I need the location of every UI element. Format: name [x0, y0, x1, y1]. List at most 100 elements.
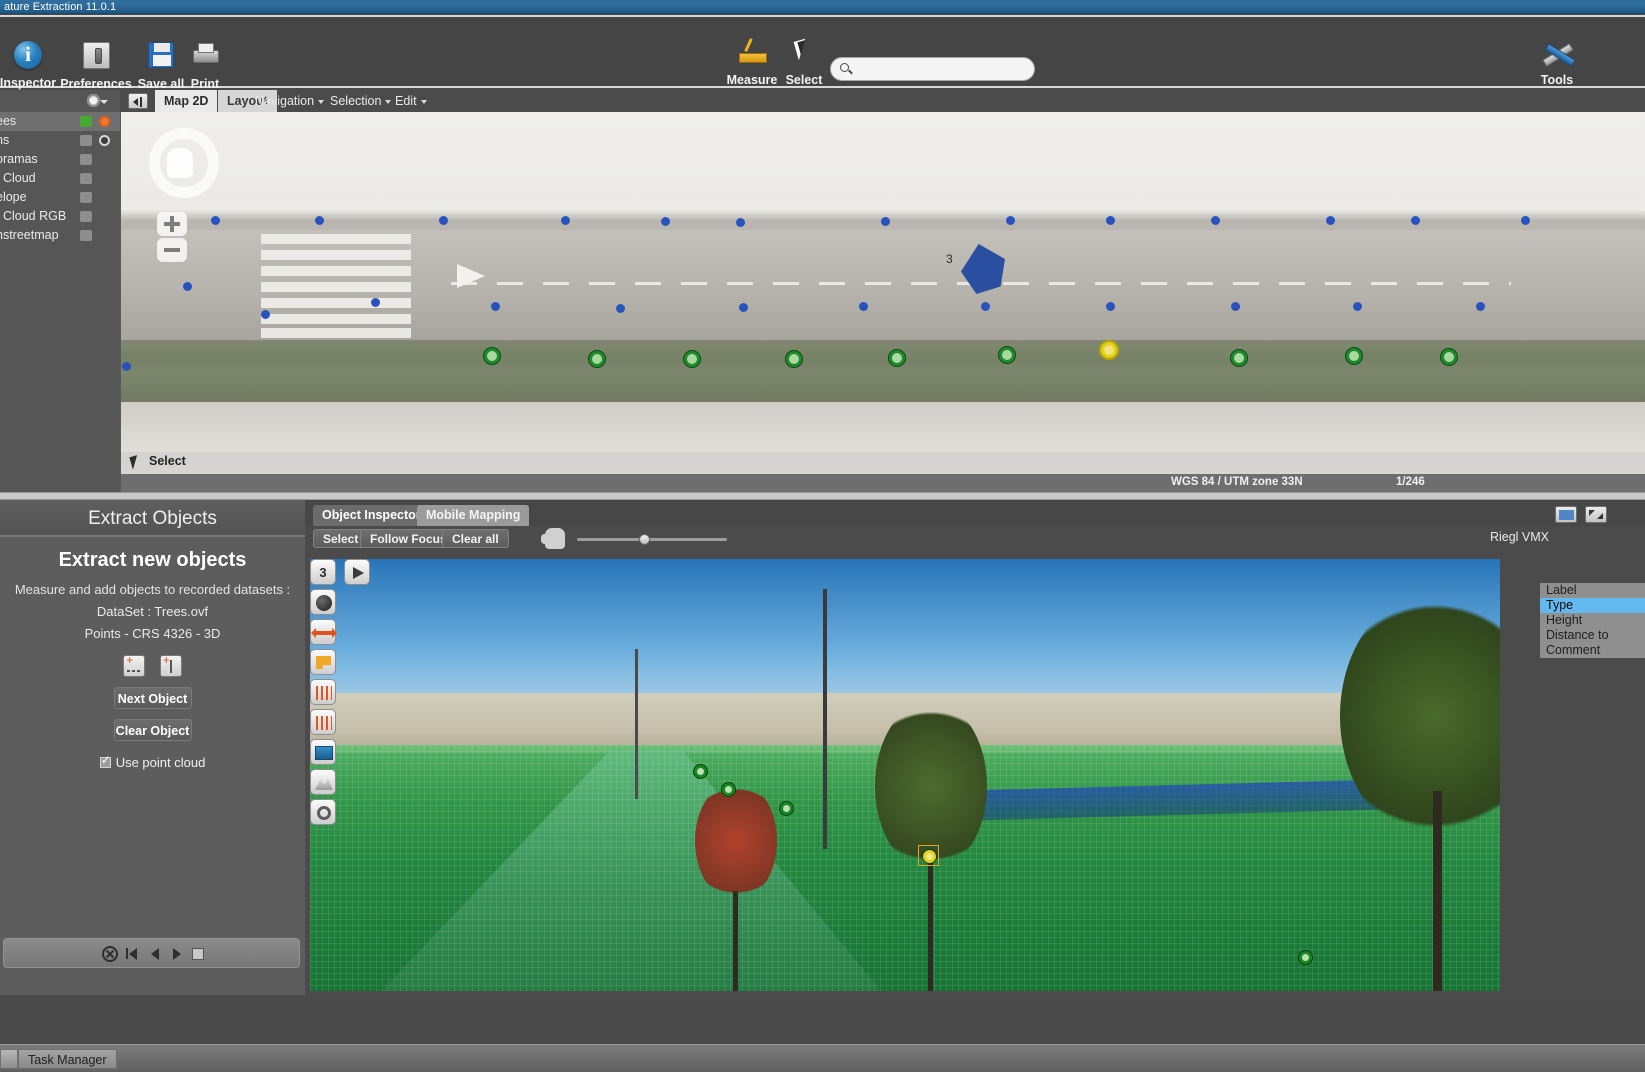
layer-item-openstreetmap[interactable]: nstreetmap — [0, 226, 120, 245]
measurement-point[interactable] — [122, 362, 131, 371]
tree-marker[interactable] — [1346, 348, 1362, 364]
inspector-clear-all-button[interactable]: Clear all — [442, 529, 509, 548]
frame-number-button[interactable]: 3 — [310, 559, 336, 585]
slider-knob[interactable] — [639, 534, 650, 545]
layer-item-envelope[interactable]: elope — [0, 188, 120, 207]
attribute-distance-to[interactable]: Distance to — [1540, 628, 1645, 643]
measurement-point[interactable] — [1106, 302, 1115, 311]
attribute-type[interactable]: Type — [1540, 598, 1645, 613]
zoom-in-button[interactable] — [157, 212, 187, 236]
measurement-point[interactable] — [661, 217, 670, 226]
measurement-point[interactable] — [261, 310, 270, 319]
tree-marker[interactable] — [589, 351, 605, 367]
screen-icon[interactable] — [310, 739, 336, 765]
tree-marker[interactable] — [999, 347, 1015, 363]
measurement-point[interactable] — [561, 216, 570, 225]
pan-hand-icon[interactable] — [167, 148, 193, 178]
menu-selection[interactable]: Selection — [330, 90, 392, 112]
map-canvas[interactable]: 3 — [121, 112, 1645, 474]
tab-object-inspector[interactable]: Object Inspector — [313, 505, 430, 526]
first-icon[interactable] — [126, 946, 142, 962]
toolbar-button-print[interactable]: Print — [160, 42, 250, 91]
clear-object-button[interactable]: Clear Object — [113, 719, 192, 741]
measurement-point[interactable] — [371, 298, 380, 307]
snapshot-icon[interactable] — [1555, 506, 1577, 523]
measurement-point[interactable] — [315, 216, 324, 225]
measurement-point[interactable] — [491, 302, 500, 311]
tree-marker[interactable] — [786, 351, 802, 367]
layer-item-point-cloud[interactable]: t Cloud — [0, 169, 120, 188]
measurement-point[interactable] — [881, 217, 890, 226]
measurement-point[interactable] — [1231, 302, 1240, 311]
start-button[interactable] — [0, 1049, 18, 1069]
measurement-point[interactable] — [736, 218, 745, 227]
next-object-button[interactable]: Next Object — [113, 687, 192, 709]
measurement-point[interactable] — [1006, 216, 1015, 225]
tree-marker[interactable] — [889, 350, 905, 366]
horizontal-splitter[interactable] — [0, 492, 1645, 500]
gear-icon[interactable] — [87, 94, 100, 107]
visibility-icon[interactable] — [99, 116, 110, 127]
search-input[interactable] — [857, 60, 1027, 78]
previous-icon[interactable] — [149, 946, 165, 962]
tree-marker[interactable] — [722, 783, 735, 796]
next-icon[interactable] — [169, 946, 185, 962]
measurement-point[interactable] — [1326, 216, 1335, 225]
plugin-icon[interactable] — [80, 173, 92, 184]
plugin-icon[interactable] — [80, 116, 92, 127]
stop-square-icon[interactable] — [192, 948, 204, 960]
checkbox-icon[interactable] — [99, 753, 111, 768]
map-select-tool[interactable]: Select — [121, 452, 1645, 474]
point-grid-icon[interactable] — [310, 679, 336, 705]
measurement-point[interactable] — [1211, 216, 1220, 225]
tree-marker[interactable] — [780, 802, 793, 815]
tree-marker[interactable] — [484, 348, 500, 364]
image-export-icon[interactable] — [310, 649, 336, 675]
tree-marker[interactable] — [694, 765, 707, 778]
visibility-icon[interactable] — [99, 135, 110, 146]
use-point-cloud-checkbox[interactable]: Use point cloud — [0, 753, 305, 770]
polyline-icon[interactable] — [310, 709, 336, 735]
add-point-icon[interactable] — [123, 653, 146, 677]
menu-edit[interactable]: Edit — [395, 90, 427, 112]
attribute-height[interactable]: Height — [1540, 613, 1645, 628]
measurement-point[interactable] — [1476, 302, 1485, 311]
plugin-icon[interactable] — [80, 211, 92, 222]
layer-item-trees[interactable]: ees — [0, 112, 120, 131]
panorama-viewer[interactable] — [310, 559, 1500, 991]
attribute-label[interactable]: Label — [1540, 583, 1645, 598]
tab-mobile-mapping[interactable]: Mobile Mapping — [417, 505, 530, 526]
plugin-icon[interactable] — [80, 192, 92, 203]
camera-icon[interactable] — [310, 589, 336, 615]
chevron-down-icon[interactable] — [100, 100, 108, 104]
zoom-slider[interactable] — [577, 534, 727, 545]
toolbar-button-tools[interactable]: Tools — [1512, 38, 1602, 87]
profile-icon[interactable] — [310, 769, 336, 795]
attribute-comment[interactable]: Comment — [1540, 643, 1645, 658]
search-box[interactable] — [830, 57, 1035, 81]
measurement-point[interactable] — [1106, 216, 1115, 225]
measurement-point[interactable] — [211, 216, 220, 225]
zoom-out-button[interactable] — [157, 238, 187, 262]
measurement-point[interactable] — [981, 302, 990, 311]
settings-icon[interactable] — [310, 799, 336, 825]
fullscreen-icon[interactable] — [1585, 506, 1607, 523]
measurement-point[interactable] — [439, 216, 448, 225]
add-vertical-point-icon[interactable] — [159, 653, 182, 677]
measurement-point[interactable] — [739, 303, 748, 312]
collapse-panel-icon[interactable] — [128, 93, 148, 109]
measure-distance-icon[interactable] — [310, 619, 337, 645]
pan-hand-icon[interactable] — [541, 528, 565, 549]
tab-map-2d[interactable]: Map 2D — [155, 90, 218, 112]
measurement-point[interactable] — [1521, 216, 1530, 225]
measurement-point[interactable] — [1353, 302, 1362, 311]
layer-item-point-cloud-rgb[interactable]: t Cloud RGB — [0, 207, 120, 226]
layer-item-points[interactable]: ns — [0, 131, 120, 150]
tree-marker[interactable] — [1231, 350, 1247, 366]
menu-navigation[interactable]: Navigation — [255, 90, 325, 112]
selection-box[interactable] — [918, 845, 939, 866]
measurement-point[interactable] — [1411, 216, 1420, 225]
taskbar-item-task-manager[interactable]: Task Manager — [18, 1049, 117, 1069]
measurement-point[interactable] — [616, 304, 625, 313]
tree-marker[interactable] — [1441, 349, 1457, 365]
